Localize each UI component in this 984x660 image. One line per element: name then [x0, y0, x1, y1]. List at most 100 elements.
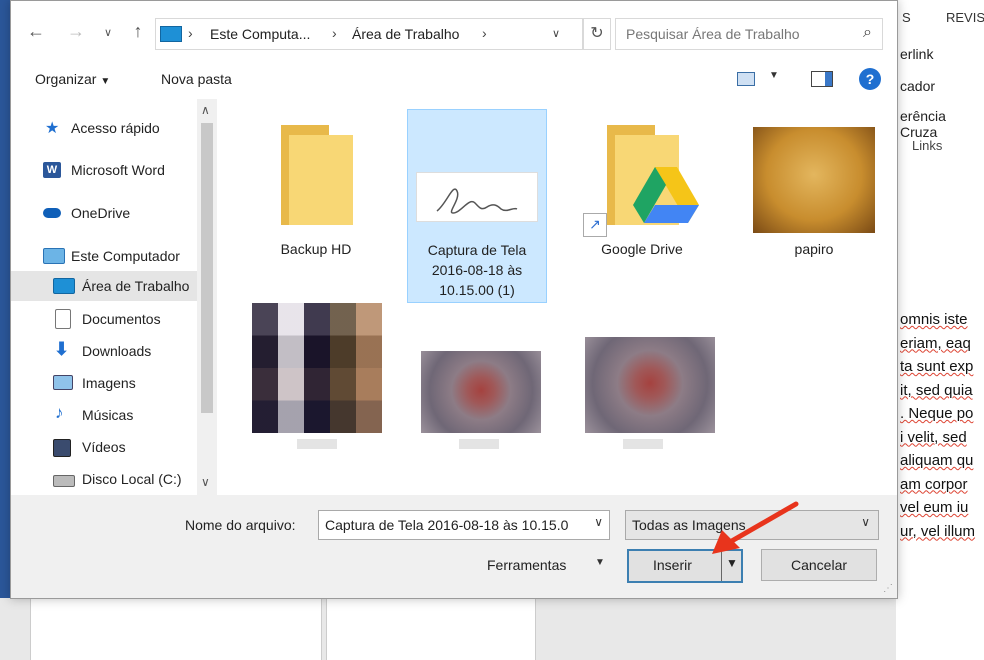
scroll-up-icon[interactable]: ∧ [201, 103, 210, 117]
blurred-file-name [297, 439, 337, 449]
ribbon-tab[interactable]: S [902, 10, 911, 25]
blurred-file-name [623, 439, 663, 449]
sidebar-item-downloads[interactable]: ⬇ Downloads [11, 336, 197, 366]
file-name: Google Drive [601, 241, 683, 257]
annotation-arrow-icon [712, 501, 799, 554]
breadcrumb-separator-icon[interactable]: › [482, 25, 487, 41]
preview-pane-icon[interactable] [811, 71, 833, 87]
breadcrumb-separator-icon[interactable]: › [332, 25, 337, 41]
doc-line: omnis iste [900, 311, 968, 328]
file-item-google-drive[interactable]: ↗ Google Drive [573, 109, 711, 299]
ribbon-hyperlink[interactable]: erlink [900, 46, 933, 62]
sidebar-item-acesso-rapido[interactable]: ★ Acesso rápido [11, 113, 197, 143]
sidebar-item-musicas[interactable]: ♪ Músicas [11, 400, 197, 430]
view-options-icon[interactable] [737, 72, 755, 86]
view-dropdown-icon[interactable]: ▼ [769, 70, 779, 81]
file-name-value: Captura de Tela 2016-08-18 às 10.15.0 [325, 517, 569, 533]
cloud-icon [43, 208, 61, 218]
file-name-line: 10.15.00 (1) [439, 282, 515, 298]
ribbon-tab-review[interactable]: REVIS [946, 10, 984, 25]
back-icon[interactable]: ← [25, 21, 47, 42]
ribbon-tabs: S REVIS [896, 0, 984, 37]
doc-line: am corpor [900, 475, 968, 493]
desktop-icon [53, 278, 75, 294]
shortcut-arrow-icon: ↗ [583, 213, 607, 237]
sidebar-item-label: Microsoft Word [71, 162, 165, 178]
sidebar-scrollbar[interactable]: ∧ ∨ [197, 99, 217, 495]
scrollbar-thumb[interactable] [201, 123, 213, 413]
file-item-pixelated[interactable] [409, 299, 547, 459]
doc-line: ur, vel illum [900, 522, 976, 540]
pixelated-thumbnail [585, 337, 715, 433]
folder-icon [281, 125, 353, 225]
recent-locations-chevron-icon[interactable]: ∨ [97, 26, 119, 39]
organize-label: Organizar [35, 71, 97, 87]
sidebar-item-imagens[interactable]: Imagens [11, 368, 197, 398]
breadcrumb-este-computador[interactable]: Este Computa... [210, 26, 310, 42]
chevron-down-icon[interactable]: ∨ [594, 515, 603, 529]
file-list: Backup HD Captura de Tela 2016-08-18 às … [217, 99, 897, 495]
resize-grip-icon[interactable]: ⋰ [883, 583, 893, 594]
address-dropdown-icon[interactable]: ∨ [552, 27, 560, 40]
chevron-down-icon[interactable]: ∨ [861, 515, 870, 529]
file-name-input[interactable]: Captura de Tela 2016-08-18 às 10.15.0 ∨ [318, 510, 610, 540]
blurred-file-name [459, 439, 499, 449]
doc-line: eriam, eaq [900, 334, 971, 352]
sidebar-item-label: OneDrive [71, 205, 131, 221]
pixelated-thumbnail [252, 303, 382, 433]
file-name: papiro [794, 241, 834, 257]
refresh-icon[interactable]: ↻ [583, 18, 611, 50]
sidebar-item-este-computador[interactable]: Este Computador [11, 241, 197, 271]
sidebar-item-area-de-trabalho[interactable]: Área de Trabalho [11, 271, 197, 301]
file-item-backup-hd[interactable]: Backup HD [247, 109, 385, 299]
sidebar-item-label: Documentos [82, 311, 161, 327]
sidebar-item-label: Imagens [82, 375, 136, 391]
papyrus-thumbnail [753, 127, 875, 233]
doc-line: it, sed quia [900, 381, 973, 399]
doc-line: i velit, sed [900, 428, 967, 446]
search-placeholder: Pesquisar Área de Trabalho [626, 26, 800, 42]
address-bar[interactable]: › Este Computa... › Área de Trabalho › ∨ [155, 18, 583, 50]
doc-line: . Neque po [900, 405, 974, 422]
help-icon[interactable]: ? [859, 68, 881, 90]
google-drive-icon [633, 167, 699, 223]
doc-line: vel eum iu [900, 499, 969, 516]
file-item-captura-de-tela[interactable]: Captura de Tela 2016-08-18 às 10.15.00 (… [407, 109, 547, 303]
sidebar-item-onedrive[interactable]: OneDrive [11, 198, 197, 228]
download-icon: ⬇ [54, 339, 70, 359]
file-item-pixelated[interactable] [247, 299, 385, 459]
new-folder-button[interactable]: Nova pasta [161, 71, 232, 87]
tools-dropdown-icon[interactable]: ▼ [595, 557, 605, 568]
computer-icon [160, 26, 182, 42]
command-bar: Organizar ▼ Nova pasta ▼ ? [11, 61, 897, 100]
search-icon[interactable]: ⌕ [863, 24, 872, 42]
music-icon: ♪ [55, 403, 64, 422]
doc-line: aliquam qu [900, 452, 974, 469]
file-item-pixelated[interactable] [573, 299, 715, 459]
forward-icon[interactable]: → [65, 21, 87, 42]
ribbon-cross-reference[interactable]: erência Cruza [900, 108, 984, 140]
sidebar-item-videos[interactable]: Vídeos [11, 432, 197, 462]
file-item-papiro[interactable]: papiro [745, 109, 883, 299]
breadcrumb-separator-icon[interactable]: › [188, 25, 193, 41]
document-text: omnis iste eriam, eaq ta sunt exp it, se… [900, 308, 984, 543]
search-input[interactable]: Pesquisar Área de Trabalho ⌕ [615, 18, 883, 50]
sidebar-item-disco-local[interactable]: Disco Local (C:) [11, 464, 197, 494]
sidebar-item-label: Vídeos [82, 439, 126, 455]
tools-button[interactable]: Ferramentas [487, 557, 566, 573]
up-folder-icon[interactable]: ↑ [127, 21, 149, 42]
sidebar-item-label: Downloads [82, 343, 152, 359]
signature-thumbnail [416, 172, 538, 222]
organize-button[interactable]: Organizar ▼ [35, 71, 110, 87]
document-icon [55, 309, 71, 329]
scroll-down-icon[interactable]: ∨ [201, 475, 210, 489]
breadcrumb-area-de-trabalho[interactable]: Área de Trabalho [352, 26, 459, 42]
sidebar-item-documentos[interactable]: Documentos [11, 304, 197, 334]
file-name-label: Nome do arquivo: [185, 517, 296, 533]
sidebar-item-microsoft-word[interactable]: W Microsoft Word [11, 155, 197, 185]
pictures-icon [53, 375, 73, 390]
file-name-line: 2016-08-18 às [431, 262, 523, 278]
sidebar-item-label: Músicas [82, 407, 134, 423]
page-thumbnail [30, 598, 322, 660]
ribbon-bookmark[interactable]: cador [900, 78, 935, 94]
